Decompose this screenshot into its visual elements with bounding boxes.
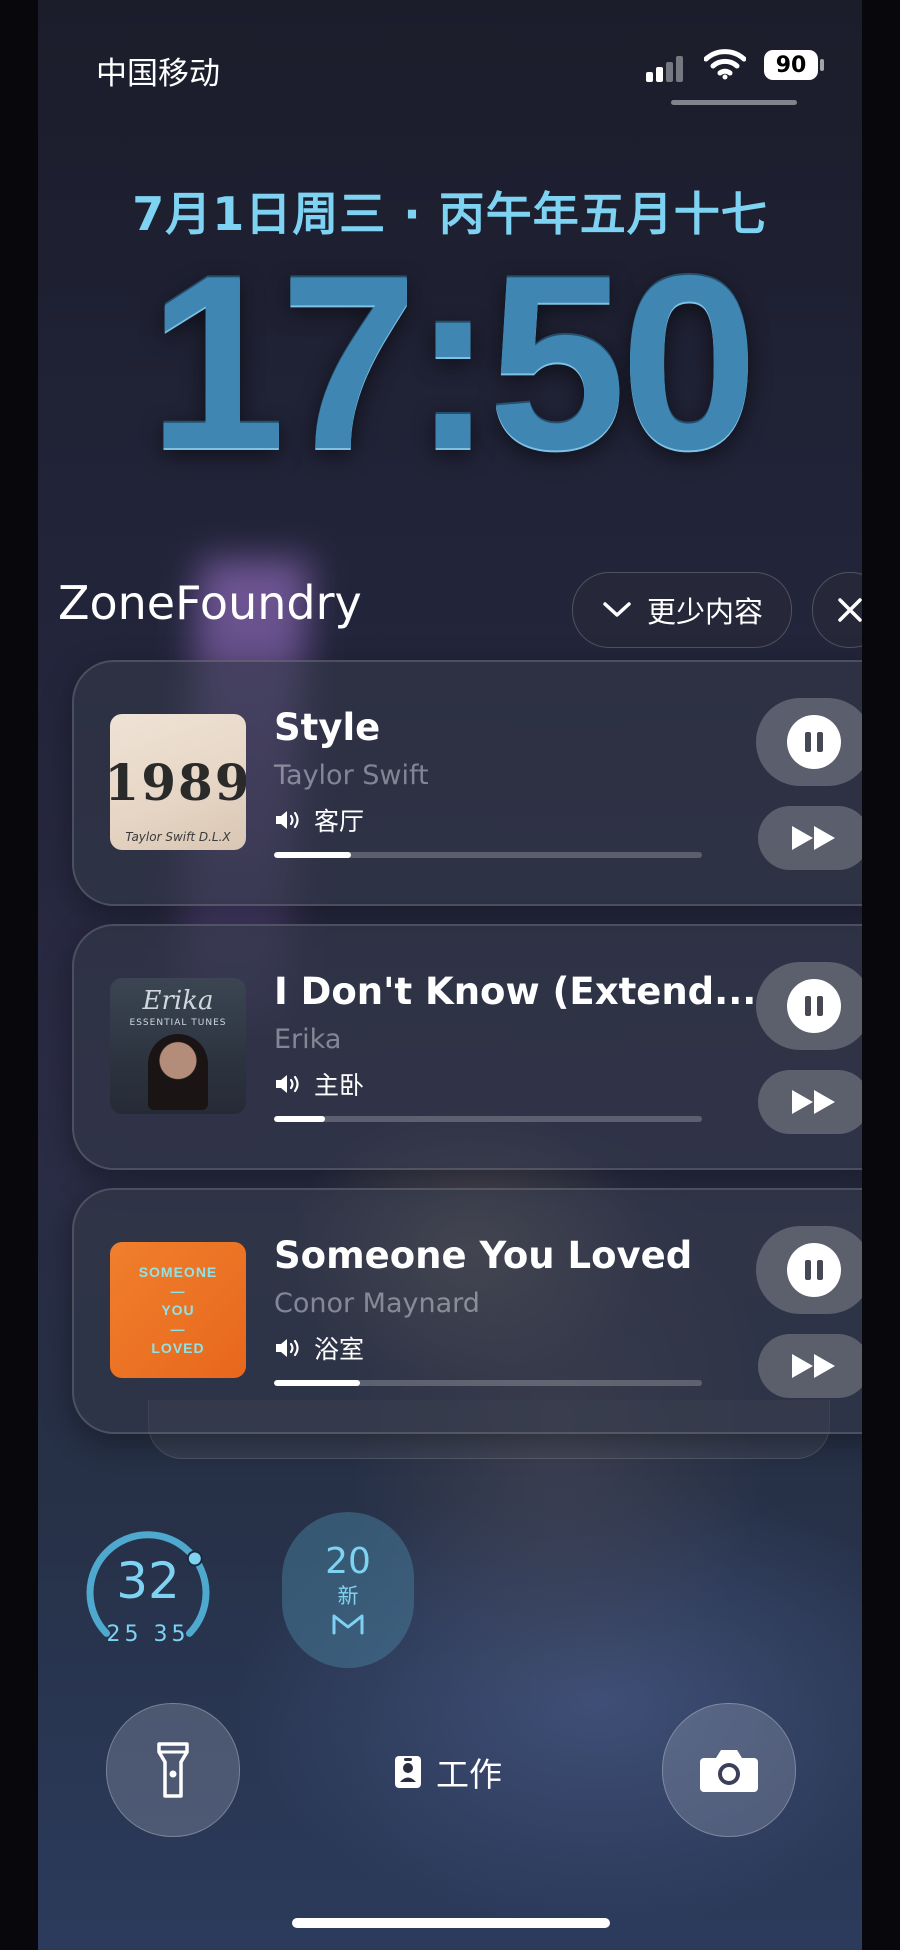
speaker-room: 浴室 xyxy=(274,1330,364,1366)
room-label: 浴室 xyxy=(314,1335,365,1364)
speaker-icon xyxy=(276,1075,299,1093)
chevron-down-icon xyxy=(603,602,631,617)
song-title: Someone You Loved xyxy=(274,1234,693,1277)
now-playing-card[interactable]: SOMEONE — YOU — LOVED Someone You Loved … xyxy=(72,1188,862,1434)
progress-fill xyxy=(274,1380,360,1386)
flashlight-button[interactable] xyxy=(106,1703,240,1837)
show-less-button[interactable]: 更少内容 xyxy=(572,572,792,648)
cellular-signal-icon xyxy=(646,54,694,82)
pause-icon xyxy=(787,715,841,769)
album-art-erika: Erika ESSENTIAL TUNES xyxy=(110,978,246,1114)
speaker-room: 客厅 xyxy=(274,802,364,838)
high-temperature: 35 xyxy=(153,1622,190,1647)
low-temperature: 25 xyxy=(106,1622,143,1647)
album-art-separator: — xyxy=(170,1282,186,1299)
song-title: I Don't Know (Extend... xyxy=(274,970,757,1013)
playback-progress[interactable] xyxy=(274,1116,702,1122)
next-track-button[interactable] xyxy=(758,806,862,870)
home-indicator[interactable] xyxy=(292,1918,610,1928)
focus-mode-label: 工作 xyxy=(436,1755,502,1794)
album-art-line: YOU xyxy=(161,1301,195,1318)
battery-indicator: 90 xyxy=(764,50,818,80)
pause-button[interactable] xyxy=(756,962,862,1050)
next-track-button[interactable] xyxy=(758,1334,862,1398)
flashlight-icon xyxy=(157,1742,189,1798)
now-playing-card[interactable]: Erika ESSENTIAL TUNES I Don't Know (Exte… xyxy=(72,924,862,1170)
speaker-room: 主卧 xyxy=(274,1066,364,1102)
camera-button[interactable] xyxy=(662,1703,796,1837)
playback-progress[interactable] xyxy=(274,1380,702,1386)
now-playing-card[interactable]: 1989 Taylor Swift D.L.X Style Taylor Swi… xyxy=(72,660,862,906)
pause-icon xyxy=(787,979,841,1033)
temperature-range: 25 35 xyxy=(78,1622,218,1647)
speaker-icon xyxy=(276,1339,299,1357)
album-art-line: SOMEONE xyxy=(138,1263,218,1280)
album-art-separator: — xyxy=(170,1320,186,1337)
album-art-caption: Taylor Swift D.L.X xyxy=(125,830,231,844)
close-button[interactable] xyxy=(812,572,862,648)
album-art-caption: ESSENTIAL TUNES xyxy=(129,1018,227,1028)
pause-button[interactable] xyxy=(756,698,862,786)
focus-mode-indicator[interactable]: 工作 xyxy=(394,1748,502,1796)
mail-widget[interactable]: 20 新 xyxy=(282,1512,414,1668)
id-badge-icon xyxy=(395,1756,421,1788)
show-less-label: 更少内容 xyxy=(646,595,763,629)
album-art-title: Erika xyxy=(142,986,214,1016)
lock-clock: 17:50 xyxy=(147,223,758,501)
song-artist: Taylor Swift xyxy=(274,760,429,791)
song-title: Style xyxy=(274,706,381,749)
progress-fill xyxy=(274,1116,326,1122)
album-art-title: 1989 xyxy=(110,752,246,812)
fast-forward-icon xyxy=(792,826,835,850)
song-artist: Erika xyxy=(274,1024,342,1055)
pause-button[interactable] xyxy=(756,1226,862,1314)
wifi-icon xyxy=(703,48,747,84)
lock-screen: 中国移动 90 7月1日周三 · 丙午年五月十七 17:50 ZoneFound… xyxy=(38,0,862,1950)
battery-cap xyxy=(820,59,824,71)
album-art-someone-you-loved: SOMEONE — YOU — LOVED xyxy=(110,1242,246,1378)
album-art-line: LOVED xyxy=(151,1339,205,1356)
next-track-button[interactable] xyxy=(758,1070,862,1134)
playback-progress[interactable] xyxy=(274,852,702,858)
status-bar: 中国移动 90 xyxy=(38,40,862,92)
unread-count: 20 xyxy=(325,1541,371,1582)
room-label: 客厅 xyxy=(314,807,365,836)
close-icon xyxy=(838,598,862,622)
fast-forward-icon xyxy=(792,1354,835,1378)
fast-forward-icon xyxy=(792,1090,835,1114)
unread-label: 新 xyxy=(337,1584,359,1608)
live-activity-header: ZoneFoundry 更少内容 xyxy=(58,570,862,648)
room-label: 主卧 xyxy=(314,1071,365,1100)
progress-fill xyxy=(274,852,352,858)
carrier-name: 中国移动 xyxy=(96,56,220,92)
app-name: ZoneFoundry xyxy=(58,576,362,630)
current-temperature: 32 xyxy=(116,1552,180,1610)
weather-widget[interactable]: 32 25 35 xyxy=(78,1522,218,1662)
song-artist: Conor Maynard xyxy=(274,1288,480,1319)
mail-m-icon xyxy=(332,1614,364,1635)
album-art-portrait xyxy=(148,1034,208,1110)
camera-icon xyxy=(700,1750,758,1792)
album-art-1989: 1989 Taylor Swift D.L.X xyxy=(110,714,246,850)
speaker-icon xyxy=(276,811,299,829)
pause-icon xyxy=(787,1243,841,1297)
status-line xyxy=(671,100,797,105)
